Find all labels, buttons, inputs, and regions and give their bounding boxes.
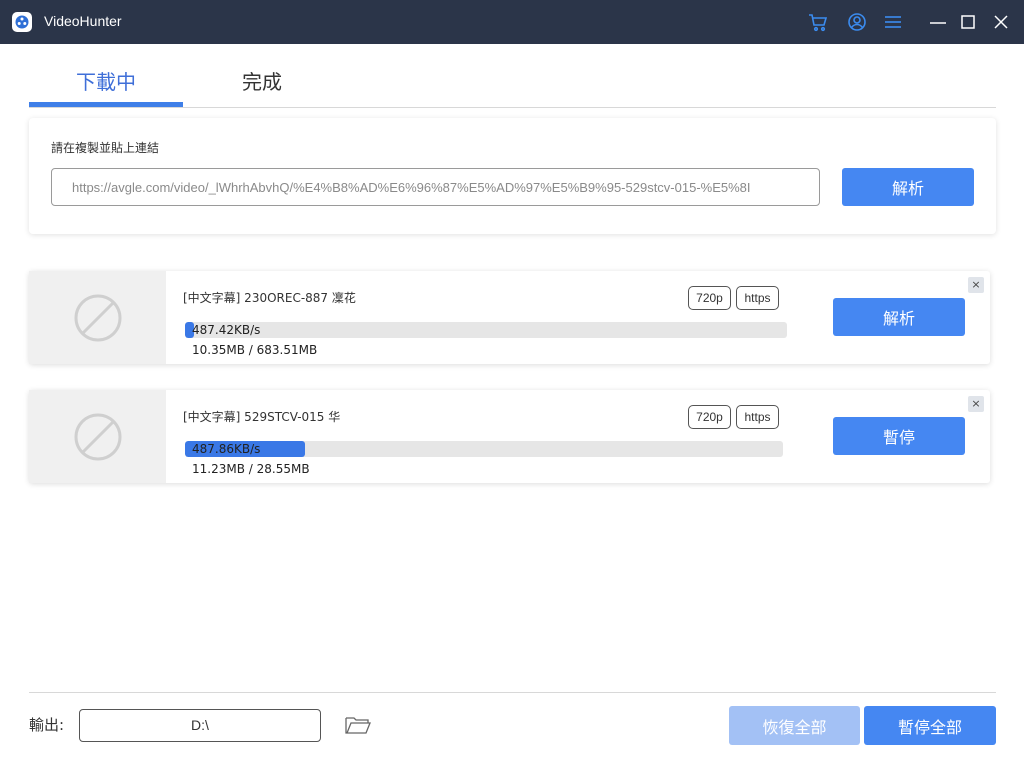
remove-item-icon[interactable]: × bbox=[968, 277, 984, 293]
folder-icon[interactable] bbox=[344, 713, 372, 737]
download-item: [中文字幕] 230OREC-887 凜花 720p https 487.42K… bbox=[29, 271, 990, 364]
resume-all-button[interactable]: 恢復全部 bbox=[729, 706, 860, 745]
download-speed: 487.42KB/s bbox=[192, 323, 261, 337]
account-icon[interactable] bbox=[847, 12, 867, 32]
download-title: [中文字幕] 529STCV-015 华 bbox=[183, 410, 341, 424]
no-thumbnail-icon bbox=[29, 390, 166, 483]
progress-bar bbox=[185, 441, 783, 457]
output-path-field[interactable]: D:\ bbox=[79, 709, 321, 742]
title-bar: VideoHunter bbox=[0, 0, 1024, 44]
maximize-icon[interactable] bbox=[958, 12, 978, 32]
download-size: 10.35MB / 683.51MB bbox=[192, 343, 318, 357]
remove-item-icon[interactable]: × bbox=[968, 396, 984, 412]
pause-button[interactable]: 暫停 bbox=[833, 417, 965, 455]
download-size: 11.23MB / 28.55MB bbox=[192, 462, 310, 476]
close-icon[interactable] bbox=[991, 12, 1011, 32]
url-panel: 請在複製並貼上連結 解析 bbox=[29, 118, 996, 234]
url-label: 請在複製並貼上連結 bbox=[51, 141, 160, 155]
tab-downloading[interactable]: 下載中 bbox=[29, 62, 183, 107]
cart-icon[interactable] bbox=[808, 12, 828, 32]
protocol-badge: https bbox=[736, 405, 779, 429]
app-logo-icon bbox=[12, 12, 32, 32]
item-parse-button[interactable]: 解析 bbox=[833, 298, 965, 336]
download-title: [中文字幕] 230OREC-887 凜花 bbox=[183, 291, 356, 305]
protocol-badge: https bbox=[736, 286, 779, 310]
minimize-icon[interactable] bbox=[928, 12, 948, 32]
tab-bar: 下載中 完成 bbox=[29, 62, 996, 108]
download-item: [中文字幕] 529STCV-015 华 720p https 487.86KB… bbox=[29, 390, 990, 483]
quality-badge: 720p bbox=[688, 286, 731, 310]
pause-all-button[interactable]: 暫停全部 bbox=[864, 706, 996, 745]
progress-bar bbox=[185, 322, 787, 338]
parse-button[interactable]: 解析 bbox=[842, 168, 974, 206]
tab-completed[interactable]: 完成 bbox=[207, 62, 317, 106]
app-title: VideoHunter bbox=[44, 13, 122, 29]
download-speed: 487.86KB/s bbox=[192, 442, 261, 456]
no-thumbnail-icon bbox=[29, 271, 166, 364]
footer-divider bbox=[29, 692, 996, 693]
quality-badge: 720p bbox=[688, 405, 731, 429]
menu-icon[interactable] bbox=[883, 12, 903, 32]
output-label: 輸出: bbox=[29, 716, 65, 734]
url-input[interactable] bbox=[51, 168, 820, 206]
